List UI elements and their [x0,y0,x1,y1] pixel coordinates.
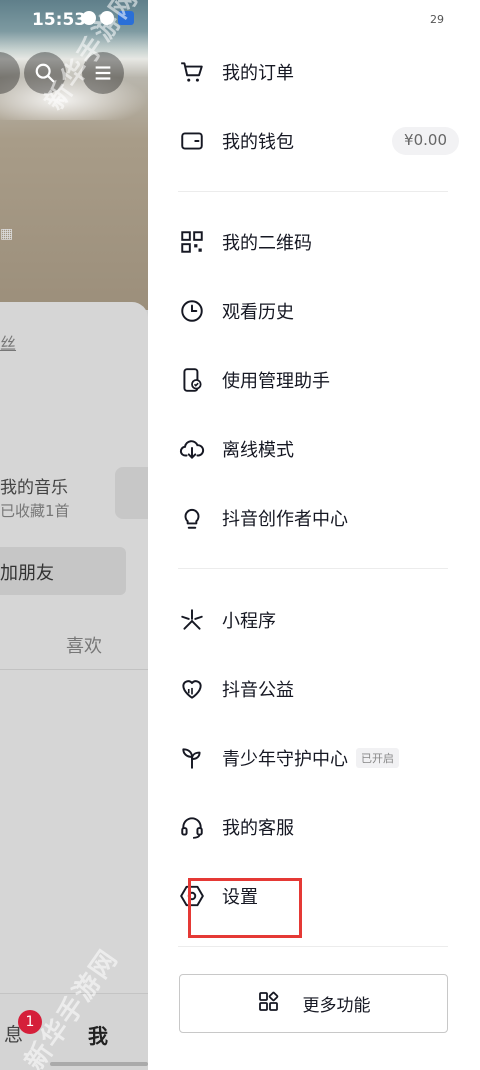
wallet-icon [178,127,206,155]
lightbulb-icon [178,504,206,532]
more-features-button[interactable]: 更多功能 [179,974,448,1033]
mini-program-icon [178,606,206,634]
cart-icon [178,58,206,86]
menu-item-teen-protection[interactable]: 青少年守护中心 已开启 [148,728,480,788]
menu-item-label: 观看历史 [222,302,294,323]
divider [178,946,448,947]
menu-item-customer-service[interactable]: 我的客服 [148,797,480,857]
profile-sheet [0,302,148,1070]
menu-item-label: 使用管理助手 [222,371,330,392]
music-subtitle: 已收藏1首 [0,502,70,520]
divider [0,669,148,670]
home-indicator [50,1062,148,1066]
menu-item-watch-history[interactable]: 观看历史 [148,281,480,341]
menu-item-creator-center[interactable]: 抖音创作者中心 [148,488,480,548]
clock-icon [178,297,206,325]
menu-item-wallet[interactable]: 我的钱包 ¥0.00 [148,111,480,171]
more-features-label: 更多功能 [302,996,371,1016]
qr-code-icon: ▦ [0,226,14,242]
sprout-icon [178,744,206,772]
background-profile-page: 15:53 ▦ 丝 我的音乐 已收藏1首 加朋友 喜欢 息 1 我 [0,0,148,1070]
cloud-download-icon [178,435,206,463]
fans-link[interactable]: 丝 [0,330,16,354]
status-clock: 29 [430,13,444,26]
menu-item-label: 离线模式 [222,440,294,461]
mini-program-icon[interactable] [115,467,148,519]
wallet-balance: ¥0.00 [392,127,459,155]
menu-item-mini-programs[interactable]: 小程序 [148,590,480,650]
menu-item-label: 我的二维码 [222,233,312,254]
heart-hands-icon [178,675,206,703]
menu-item-orders[interactable]: 我的订单 [148,42,480,102]
nav-me[interactable]: 我 [88,1020,108,1049]
qr-code-icon [178,228,206,256]
phone-check-icon [178,366,206,394]
grid-icon [257,990,281,1018]
menu-item-label: 我的钱包 [222,132,294,153]
menu-item-label: 我的客服 [222,818,294,839]
menu-item-usage-assistant[interactable]: 使用管理助手 [148,350,480,410]
music-title[interactable]: 我的音乐 [0,473,68,498]
headset-icon [178,813,206,841]
menu-item-qr-code[interactable]: 我的二维码 [148,212,480,272]
status-time: 15:53 [32,10,87,30]
menu-item-label: 抖音创作者中心 [222,509,348,530]
divider [178,568,448,569]
menu-item-charity[interactable]: 抖音公益 [148,659,480,719]
menu-item-label: 青少年守护中心 [222,749,348,770]
menu-item-label: 我的订单 [222,63,294,84]
divider [178,191,448,192]
highlight-box [188,878,302,938]
menu-item-label: 抖音公益 [222,680,294,701]
menu-item-label: 小程序 [222,611,276,632]
status-badge: 已开启 [356,748,399,768]
menu-item-offline-mode[interactable]: 离线模式 [148,419,480,479]
tab-like[interactable]: 喜欢 [66,632,102,658]
add-friend-button[interactable]: 加朋友 [0,547,126,595]
